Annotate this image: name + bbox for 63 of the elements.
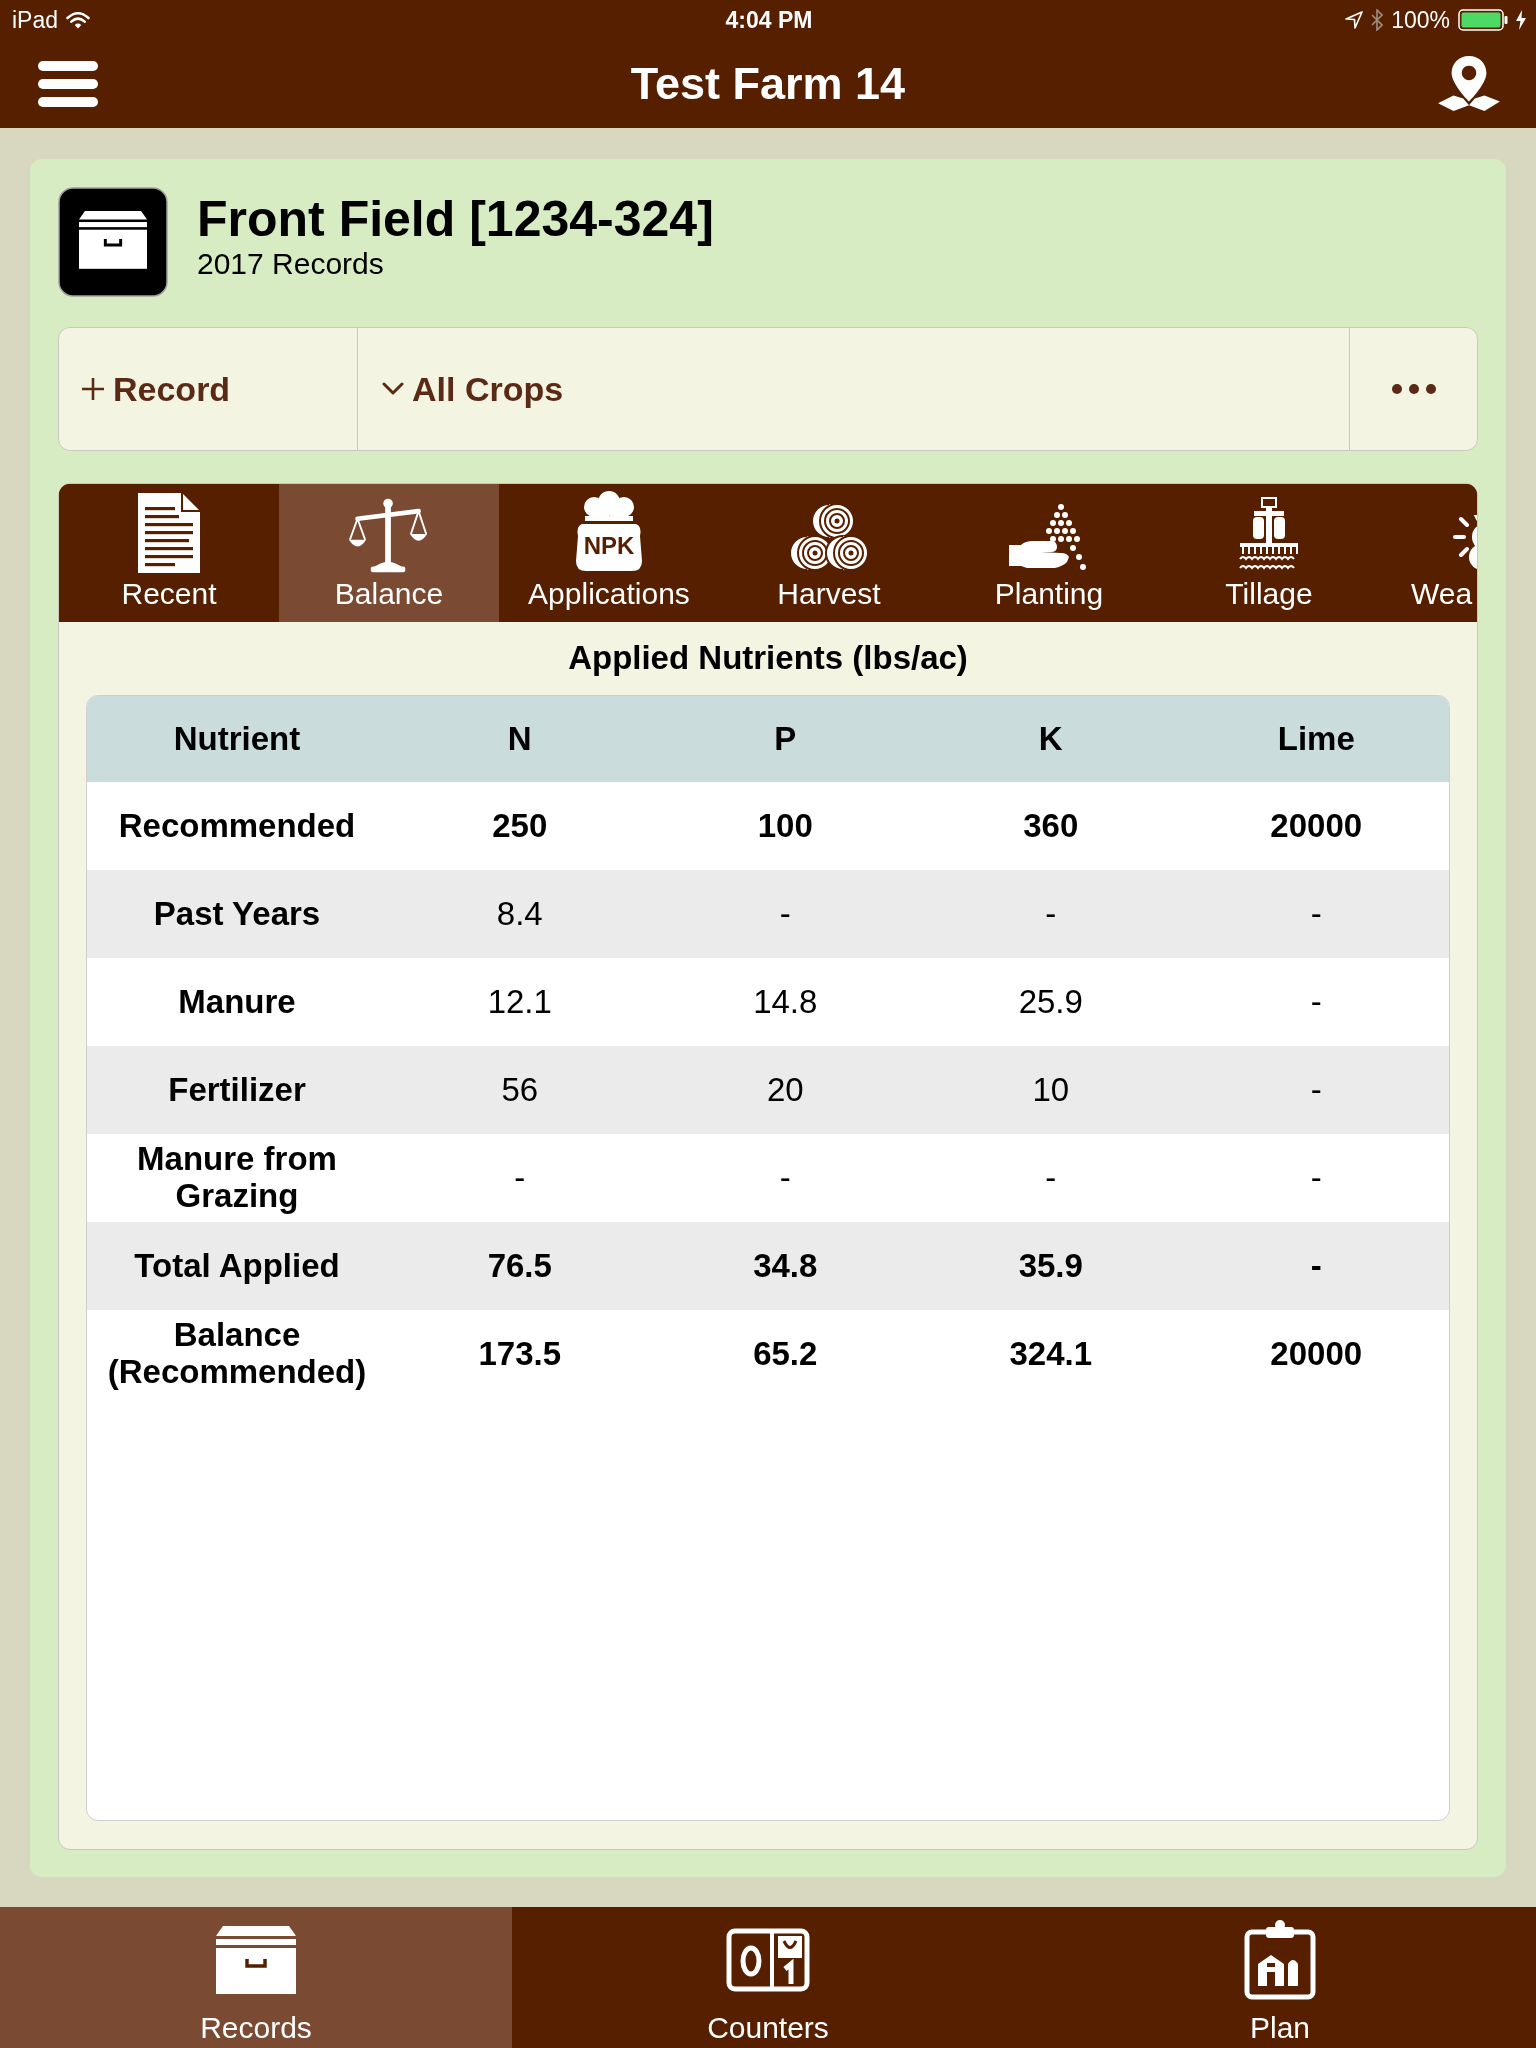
file-box-icon [58,187,168,297]
chevron-down-icon [382,382,404,396]
table-cell: 100 [652,782,918,870]
plus-icon [81,377,105,401]
menu-icon[interactable] [38,61,98,107]
table-cell: - [1183,1046,1449,1134]
file-box-icon [216,1926,296,1994]
row-header: Past Years [87,870,387,958]
table-cell: - [387,1134,653,1222]
category-tab[interactable]: Balance [279,484,499,622]
bottom-tab[interactable]: Plan [1024,1907,1536,2048]
location-arrow-icon [1345,11,1364,29]
field-title: Front Field [1234-324] [197,190,714,246]
bottom-tab[interactable]: Counters [512,1907,1024,2048]
table-cell: 8.4 [387,870,653,958]
column-header: P [652,696,918,782]
table-cell: 10 [918,1046,1184,1134]
status-time: 4:04 PM [725,5,813,35]
table-caption: Applied Nutrients (lbs/ac) [568,640,968,676]
table-cell: - [652,1134,918,1222]
table-cell: 34.8 [652,1222,918,1310]
battery-icon [1458,9,1508,31]
bottom-tab[interactable]: Records [0,1907,512,2048]
table-cell: - [1183,870,1449,958]
field-subtitle: 2017 Records [197,245,385,282]
table-cell: 25.9 [918,958,1184,1046]
table-cell: 56 [387,1046,653,1134]
carrier-name: iPad [12,5,59,35]
table-cell: - [1183,958,1449,1046]
table-cell: - [1183,1134,1449,1222]
table-cell: 12.1 [387,958,653,1046]
table-cell: - [918,870,1184,958]
nav-title: Test Farm 14 [630,59,906,109]
bluetooth-icon [1371,9,1384,31]
table-cell: - [652,870,918,958]
add-record-button[interactable]: Record [59,328,358,450]
column-header: N [387,696,653,782]
crop-filter-dropdown[interactable]: All Crops [358,328,1350,450]
document-icon [138,493,200,573]
column-header: K [918,696,1184,782]
column-header: Nutrient [87,696,387,782]
counter-icon [726,1928,810,1992]
more-icon [1391,384,1436,394]
row-header: Recommended [87,782,387,870]
row-header: Total Applied [87,1222,387,1310]
table-cell: 76.5 [387,1222,653,1310]
wifi-icon [66,11,91,29]
table-cell: - [1183,1222,1449,1310]
table-cell: 35.9 [918,1222,1184,1310]
table-cell: 20 [652,1046,918,1134]
charging-bolt-icon [1516,10,1526,30]
map-pin-icon[interactable] [1438,55,1500,113]
table-cell: - [918,1134,1184,1222]
table-cell: 20000 [1183,782,1449,870]
table-cell: 250 [387,782,653,870]
clipboard-barn-icon [1244,1920,1316,2000]
row-header: Manure from Grazing [87,1134,387,1222]
row-header: Manure [87,958,387,1046]
table-cell: 360 [918,782,1184,870]
table-cell: 14.8 [652,958,918,1046]
column-header: Lime [1183,696,1449,782]
row-header: Fertilizer [87,1046,387,1134]
battery-percent: 100% [1391,5,1450,35]
